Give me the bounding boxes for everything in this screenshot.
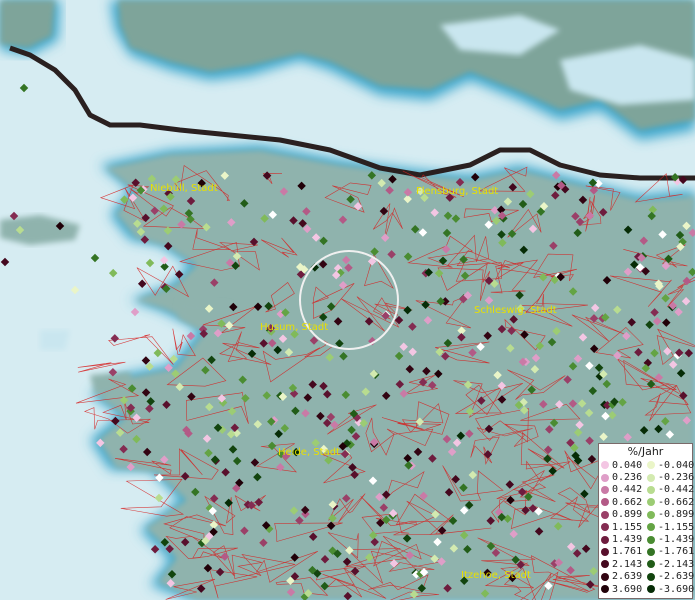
legend-swatch [601, 498, 609, 507]
city-label-husum: Husum, Stadt [260, 322, 329, 333]
legend-value: -0.442 [658, 484, 695, 496]
legend-row: 0.899 -0.899 [599, 509, 695, 521]
legend-value: -1.439 [658, 534, 695, 546]
legend-swatch [601, 547, 609, 556]
legend-swatch [601, 510, 609, 519]
legend-row: 3.690 -3.690 [599, 583, 695, 595]
city-label-itzehoe: Itzehoe, Stadt [461, 570, 531, 581]
legend-swatch [601, 585, 609, 594]
legend-entry: -2.639 [645, 571, 695, 583]
legend-swatch [647, 485, 655, 494]
legend-swatch [647, 585, 655, 594]
legend-entry: 2.143 [599, 559, 645, 570]
legend-value: 1.761 [612, 546, 643, 558]
legend-entry: 0.040 [599, 460, 645, 471]
legend-row: 0.662 -0.662 [599, 496, 695, 508]
legend-row: 2.143 -2.143 [599, 558, 695, 570]
legend-entry: 1.761 [599, 546, 645, 557]
legend-row: 0.442 -0.442 [599, 484, 695, 496]
legend-swatch [647, 560, 655, 569]
legend-swatch [601, 535, 609, 544]
legend-value: -1.155 [658, 521, 695, 533]
legend-value: -0.040 [658, 459, 695, 471]
legend-row: 2.639 -2.639 [599, 571, 695, 583]
legend-entry: 1.155 [599, 522, 645, 533]
legend-row: 1.439 -1.439 [599, 533, 695, 546]
legend-value: -2.639 [658, 571, 695, 583]
legend-row: 1.761 -1.761 [599, 546, 695, 558]
legend-value: 1.439 [612, 534, 643, 546]
legend-value: -3.690 [658, 583, 695, 595]
legend-entry: 0.662 [599, 497, 645, 508]
legend-value: -0.662 [658, 496, 695, 508]
legend-swatch [647, 535, 655, 544]
legend-entry: -0.040 [645, 459, 695, 471]
city-label-schleswig: Schleswig, Stadt [474, 305, 557, 316]
legend-swatch [601, 572, 609, 581]
legend-entry: 0.236 [599, 472, 645, 483]
legend-value: 1.155 [612, 521, 643, 533]
legend-value: 0.662 [612, 496, 643, 508]
legend-swatch [647, 510, 655, 519]
legend-swatch [647, 473, 655, 482]
legend-value: -0.236 [658, 472, 695, 484]
legend-entry: -0.236 [645, 472, 695, 484]
legend-swatch [647, 572, 655, 581]
legend-swatch [601, 523, 609, 532]
city-label-flensburg: Flensburg, Stadt [416, 186, 499, 197]
legend-entry: -0.662 [645, 496, 695, 508]
legend-value: 2.143 [612, 558, 643, 570]
legend-swatch [647, 498, 655, 507]
legend-swatch [647, 461, 655, 470]
legend-title: %/Jahr [627, 445, 664, 458]
legend: %/Jahr 0.040 -0.040 0.236 -0.236 0.442 -0.442… [598, 443, 695, 599]
legend-swatch [601, 461, 609, 470]
legend-swatch [601, 560, 609, 569]
legend-entry: 2.639 [599, 571, 645, 582]
map-canvas[interactable] [0, 0, 695, 600]
legend-entry: -1.155 [645, 521, 695, 533]
legend-value: 0.442 [612, 484, 643, 496]
legend-entry: -0.899 [645, 509, 695, 521]
legend-value: 2.639 [612, 571, 643, 583]
legend-entry: 0.899 [599, 509, 645, 520]
legend-value: 0.236 [612, 472, 643, 484]
legend-swatch [647, 523, 655, 532]
city-label-heide: Heide, Stadt [278, 447, 340, 458]
legend-entry: -3.690 [645, 583, 695, 595]
city-label-niebuell: Niebüll, Stadt [150, 183, 218, 194]
legend-row: 1.155 -1.155 [599, 521, 695, 533]
legend-rows: 0.040 -0.040 0.236 -0.236 0.442 -0.442 0.662 -0… [599, 459, 695, 595]
legend-entry: -1.761 [645, 546, 695, 558]
legend-entry: -1.439 [645, 534, 695, 546]
legend-value: -2.143 [658, 558, 695, 570]
legend-row: 0.236 -0.236 [599, 471, 695, 484]
legend-swatch [601, 485, 609, 494]
legend-entry: 3.690 [599, 584, 645, 595]
legend-value: 0.040 [612, 459, 643, 471]
legend-swatch [647, 547, 655, 556]
legend-swatch [601, 473, 609, 482]
legend-entry: -2.143 [645, 558, 695, 570]
legend-entry: 0.442 [599, 484, 645, 495]
legend-entry: 1.439 [599, 534, 645, 545]
legend-value: 0.899 [612, 509, 643, 521]
legend-value: 3.690 [612, 583, 643, 595]
legend-row: 0.040 -0.040 [599, 459, 695, 471]
legend-entry: -0.442 [645, 484, 695, 496]
legend-value: -1.761 [658, 546, 695, 558]
legend-value: -0.899 [658, 509, 695, 521]
